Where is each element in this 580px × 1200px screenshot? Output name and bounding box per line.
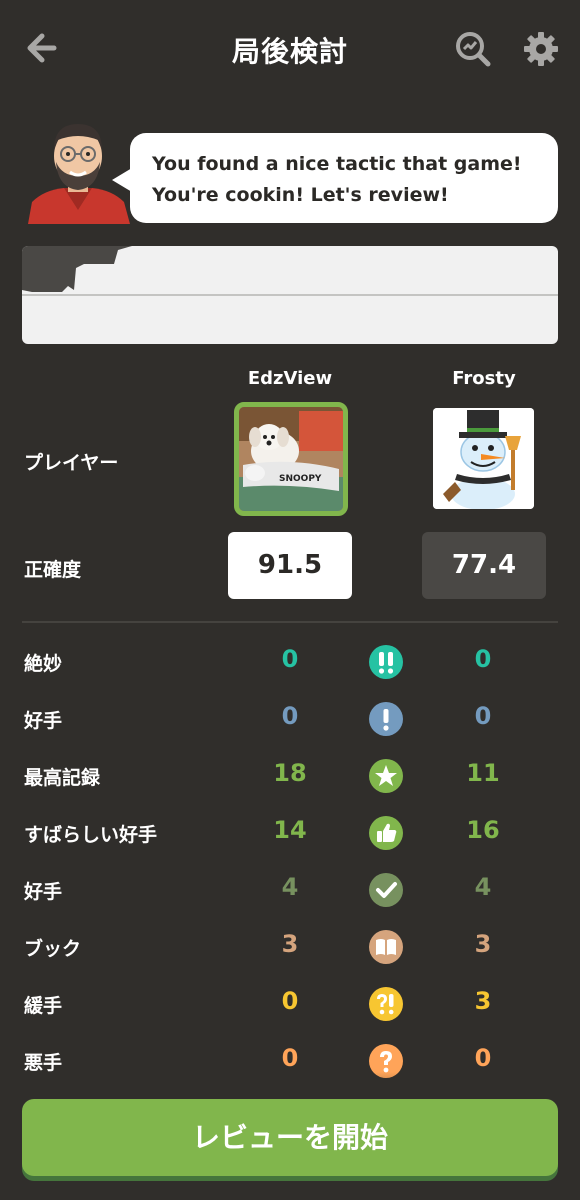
checkmark-icon <box>369 873 403 907</box>
stat-label: 最高記録 <box>24 767 101 789</box>
black-stat-count: 0 <box>474 645 492 673</box>
stat-label: 好手 <box>24 881 63 903</box>
white-stat-count: 4 <box>281 873 299 901</box>
black-stat-count: 16 <box>466 816 500 844</box>
black-accuracy-score: 77.4 <box>422 532 546 599</box>
black-player-name: Frosty <box>452 368 516 389</box>
white-player-avatar: SNOOPY <box>234 402 348 516</box>
stat-row-great[interactable]: 好手 0 0 <box>0 700 580 740</box>
header: 局後検討 <box>0 0 580 100</box>
thumbs-up-icon <box>369 816 403 850</box>
white-stat-count: 14 <box>273 816 307 844</box>
svg-text:SNOOPY: SNOOPY <box>279 474 322 484</box>
stat-label: ブック <box>24 938 82 960</box>
page-title: 局後検討 <box>231 35 348 68</box>
book-icon <box>369 930 403 964</box>
stat-label: 絶妙 <box>24 653 63 675</box>
white-player-name: EdzView <box>247 368 333 389</box>
stat-row-best[interactable]: 最高記録 18 11 <box>0 757 580 797</box>
analysis-search-icon[interactable] <box>454 30 492 68</box>
stat-row-book[interactable]: ブック 3 3 <box>0 928 580 968</box>
accuracy-row-label: 正確度 <box>24 559 82 581</box>
black-stat-count: 0 <box>474 1044 492 1072</box>
stat-row-good[interactable]: 好手 4 4 <box>0 871 580 911</box>
best-move-icon <box>369 759 403 793</box>
white-stat-count: 3 <box>281 930 299 958</box>
black-player-avatar <box>433 408 534 509</box>
start-review-button[interactable]: レビューを開始 <box>22 1099 558 1176</box>
stat-row-brilliant[interactable]: 絶妙 0 0 <box>0 643 580 683</box>
black-stat-count: 3 <box>474 987 492 1015</box>
coach-message-line: You're cookin! Let's review! <box>152 184 449 206</box>
black-stat-count: 11 <box>466 759 500 787</box>
black-stat-count: 4 <box>474 873 492 901</box>
white-stat-count: 0 <box>281 702 299 730</box>
coach-speech-bubble: You found a nice tactic that game! You'r… <box>130 133 558 223</box>
white-stat-count: 0 <box>281 645 299 673</box>
great-move-icon <box>369 702 403 736</box>
evaluation-graph[interactable] <box>22 246 558 344</box>
speech-bubble-tail <box>112 168 132 192</box>
white-accuracy-score: 91.5 <box>228 532 352 599</box>
white-stat-count: 0 <box>281 987 299 1015</box>
gear-icon[interactable] <box>522 30 560 68</box>
section-divider <box>22 621 558 623</box>
white-stat-count: 18 <box>273 759 307 787</box>
coach-avatar <box>24 110 132 224</box>
players-row-label: プレイヤー <box>24 452 119 474</box>
black-stat-count: 0 <box>474 702 492 730</box>
stat-label: 好手 <box>24 710 63 732</box>
stat-row-excellent[interactable]: すばらしい好手 14 16 <box>0 814 580 854</box>
stat-label: すばらしい好手 <box>24 824 158 846</box>
stat-label: 緩手 <box>24 995 63 1017</box>
black-stat-count: 3 <box>474 930 492 958</box>
white-stat-count: 0 <box>281 1044 299 1072</box>
stat-label: 悪手 <box>24 1052 63 1074</box>
brilliant-icon <box>369 645 403 679</box>
stat-row-inaccuracy[interactable]: 緩手 0 3 <box>0 985 580 1025</box>
coach-message-line: You found a nice tactic that game! <box>152 153 522 175</box>
inaccuracy-icon <box>369 987 403 1021</box>
